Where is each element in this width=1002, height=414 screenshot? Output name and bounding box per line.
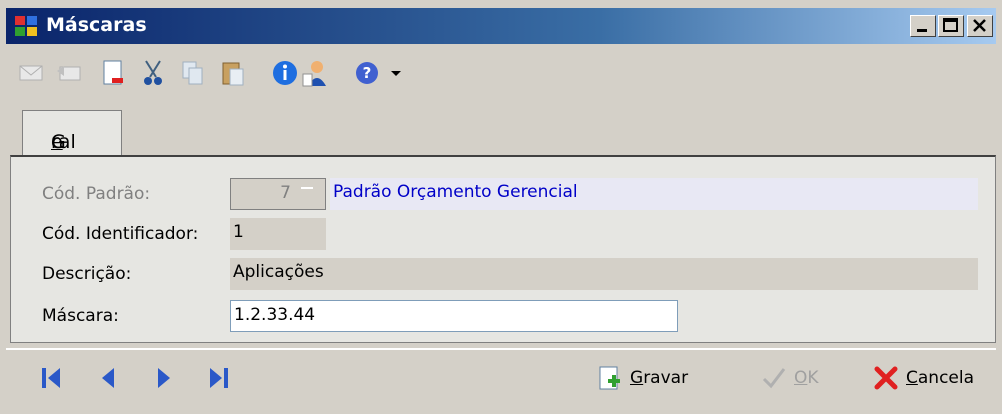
standard-code-field: 7	[230, 178, 326, 210]
info-icon[interactable]	[270, 58, 300, 88]
maximize-icon	[943, 18, 958, 32]
masks-window: Máscaras ? G e ral Cód. Padrão: 7 Padrão…	[0, 0, 1002, 414]
envelope-icon[interactable]	[16, 58, 46, 88]
new-document-icon[interactable]	[98, 58, 128, 88]
help-icon[interactable]: ?	[352, 58, 382, 88]
user-icon[interactable]	[300, 58, 330, 88]
cancel-x-icon	[874, 366, 898, 390]
cancel-label: Cancela	[906, 368, 975, 388]
last-record-icon[interactable]	[204, 364, 232, 392]
cut-icon[interactable]	[138, 58, 168, 88]
previous-record-icon[interactable]	[94, 364, 122, 392]
window-title: Máscaras	[46, 14, 147, 36]
maximize-button[interactable]	[938, 15, 964, 37]
description-label: Descrição:	[42, 264, 132, 284]
close-button[interactable]	[967, 15, 993, 37]
app-icon	[15, 16, 37, 36]
toolbar: ?	[6, 48, 996, 98]
first-record-icon[interactable]	[38, 364, 66, 392]
close-icon	[973, 19, 986, 32]
standard-description-field: Padrão Orçamento Gerencial	[330, 178, 978, 210]
mask-input[interactable]: 1.2.33.44	[230, 300, 678, 332]
next-record-icon[interactable]	[150, 364, 178, 392]
save-icon	[599, 366, 620, 390]
save-label: Gravar	[630, 368, 689, 388]
identifier-field: 1	[230, 218, 326, 250]
tab-geral[interactable]: Ge ral	[22, 110, 122, 156]
svg-text:?: ?	[363, 64, 372, 82]
identifier-label: Cód. Identificador:	[42, 224, 199, 244]
copy-icon[interactable]	[178, 58, 208, 88]
reply-icon[interactable]	[54, 58, 84, 88]
save-button[interactable]: Gravar	[596, 362, 688, 394]
bottom-bar: Gravar OK Cancela	[6, 348, 996, 408]
lookup-dash-icon	[301, 187, 313, 189]
dropdown-arrow-icon[interactable]	[382, 58, 412, 88]
standard-code-label: Cód. Padrão:	[42, 184, 151, 204]
mask-label: Máscara:	[42, 306, 119, 326]
checkmark-icon	[762, 368, 786, 389]
cancel-button[interactable]: Cancela	[872, 362, 974, 394]
paste-icon[interactable]	[218, 58, 248, 88]
ok-label: OK	[794, 368, 819, 388]
minimize-button[interactable]	[910, 15, 936, 37]
minimize-icon	[917, 29, 927, 32]
title-bar[interactable]: Máscaras	[6, 8, 996, 44]
description-field[interactable]: Aplicações	[230, 258, 978, 290]
ok-button[interactable]: OK	[760, 362, 819, 394]
